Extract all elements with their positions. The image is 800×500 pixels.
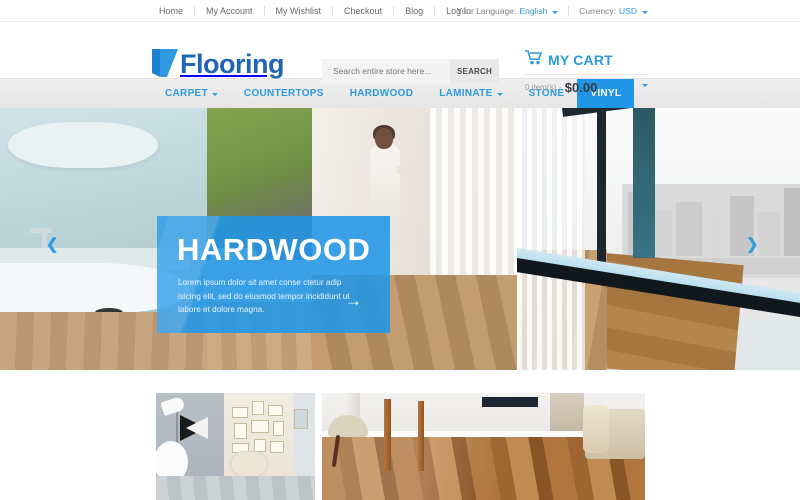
- nav-item-countertops[interactable]: COUNTERTOPS: [231, 79, 337, 108]
- search-input[interactable]: [322, 66, 450, 76]
- site-header: Flooring SEARCH MY CART 0 item(s) -: [0, 22, 800, 95]
- hero-caption: HARDWOOD Lorem ipsum dolor sit amet cons…: [157, 216, 390, 333]
- hero-title: HARDWOOD: [177, 232, 371, 267]
- chevron-down-icon: [211, 93, 218, 96]
- hero-description: Lorem ipsum dolor sit amet conse ctetur …: [178, 278, 350, 314]
- nav-item-laminate[interactable]: LAMINATE: [426, 79, 515, 108]
- language-label: Your Language:: [456, 6, 517, 16]
- top-bar: Home My Account My Wishlist Checkout Blo…: [0, 0, 800, 22]
- cart-item-count: 0 item(s): [525, 83, 557, 92]
- chevron-down-icon: [552, 10, 559, 14]
- search-button[interactable]: SEARCH: [450, 59, 499, 83]
- language-value: English: [519, 6, 548, 16]
- nav-item-label: COUNTERTOPS: [243, 88, 324, 99]
- carousel-prev-icon[interactable]: ❮: [46, 237, 59, 252]
- cart-icon: [525, 50, 543, 70]
- logo-text: Flooring: [180, 49, 284, 79]
- hero-carousel: HARDWOOD Lorem ipsum dolor sit amet cons…: [0, 108, 800, 370]
- nav-item-hardwood[interactable]: HARDWOOD: [337, 79, 427, 108]
- mini-cart-header: MY CART: [525, 50, 648, 74]
- chevron-down-icon: [496, 93, 503, 96]
- topbar-link-my-wishlist[interactable]: My Wishlist: [265, 5, 334, 16]
- chevron-down-icon: [642, 10, 648, 14]
- site-logo[interactable]: Flooring: [152, 49, 284, 81]
- page-root: Home My Account My Wishlist Checkout Blo…: [0, 0, 800, 500]
- language-selector[interactable]: Your Language: English: [447, 6, 570, 16]
- chevron-down-icon[interactable]: [642, 84, 648, 87]
- currency-value: USD: [619, 6, 637, 16]
- topbar-link-home[interactable]: Home: [148, 5, 196, 16]
- currency-selector[interactable]: Currency: USD: [569, 6, 648, 16]
- top-bar-settings: Your Language: English Currency: USD: [447, 0, 648, 22]
- nav-item-label: LAMINATE: [439, 88, 493, 99]
- hero-background-image: [0, 108, 800, 370]
- top-bar-links: Home My Account My Wishlist Checkout Blo…: [148, 5, 482, 16]
- topbar-link-blog[interactable]: Blog: [394, 5, 436, 16]
- currency-label: Currency:: [579, 6, 617, 16]
- mini-cart-summary: 0 item(s) - $0.00: [525, 74, 648, 95]
- cart-total: $0.00: [564, 80, 598, 95]
- hero-arrow-icon[interactable]: →: [345, 292, 362, 309]
- carousel-next-icon[interactable]: ❯: [746, 237, 759, 252]
- nav-item-carpet[interactable]: CARPET: [152, 79, 231, 108]
- topbar-link-my-account[interactable]: My Account: [195, 5, 265, 16]
- promo-banner-left[interactable]: [156, 393, 315, 500]
- promo-banner-row: [0, 370, 800, 500]
- cart-title: MY CART: [548, 52, 613, 68]
- logo-v-mark-icon: [152, 47, 178, 79]
- topbar-link-checkout[interactable]: Checkout: [333, 5, 395, 16]
- nav-item-label: CARPET: [165, 88, 208, 99]
- cart-separator: -: [559, 83, 562, 92]
- nav-item-label: HARDWOOD: [349, 88, 414, 99]
- mini-cart[interactable]: MY CART 0 item(s) - $0.00: [525, 50, 648, 95]
- promo-banner-right[interactable]: [322, 393, 645, 500]
- search-bar: SEARCH: [322, 59, 499, 83]
